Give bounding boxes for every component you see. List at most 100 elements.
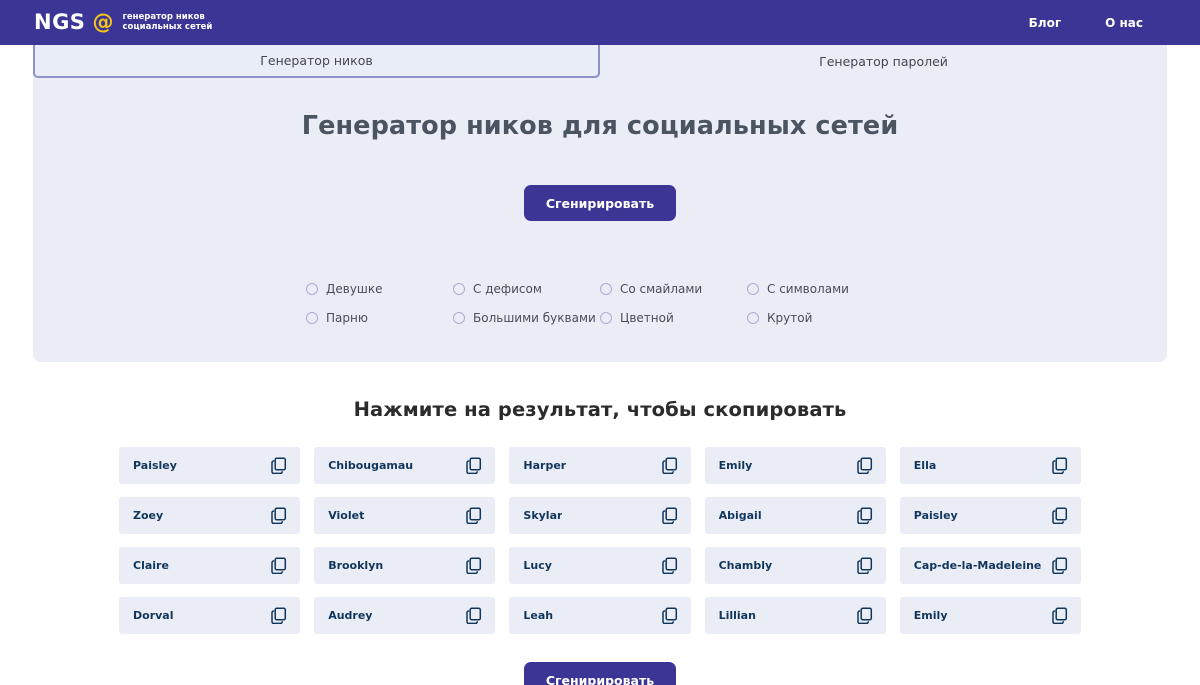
radio-icon[interactable] [453,282,465,295]
result-card[interactable]: Lillian [704,597,886,634]
copy-icon[interactable] [1052,457,1068,474]
result-name: Paisley [913,509,958,522]
result-name: Abigail [718,509,762,522]
copy-icon[interactable] [857,607,873,624]
option-bolshimi-bukvami[interactable]: Большими буквами [453,303,600,332]
brand-tagline-line2: социальных сетей [122,21,213,32]
copy-icon[interactable] [271,557,287,574]
option-label: С символами [767,281,849,296]
generate-button-row: Сгенирировать [33,185,1167,221]
result-name: Emily [913,609,948,622]
at-icon: @ [92,10,114,34]
result-name: Leah [523,609,554,622]
copy-icon[interactable] [661,507,678,524]
result-name: Violet [328,509,365,522]
tab-password-generator[interactable]: Генератор паролей [600,45,1167,78]
result-name: Claire [133,559,169,572]
result-card[interactable]: Cap-de-la-Madeleine [899,547,1081,584]
result-card[interactable]: Claire [119,547,301,584]
option-parnyu[interactable]: Парню [306,303,453,332]
result-name: Dorval [133,609,174,622]
option-label: Крутой [767,310,813,325]
option-krutoy[interactable]: Крутой [747,303,894,332]
copy-icon[interactable] [466,457,482,474]
option-label: Большими буквами [473,310,596,325]
result-name: Zoey [133,509,164,522]
result-card[interactable]: Leah [509,597,691,634]
copy-icon[interactable] [1052,507,1068,524]
result-name: Chibougamau [328,459,414,472]
copy-icon[interactable] [271,507,287,524]
nav-about[interactable]: О нас [1105,16,1143,30]
nav-blog[interactable]: Блог [1029,16,1061,30]
result-card[interactable]: Emily [704,447,886,484]
result-card[interactable]: Harper [509,447,691,484]
copy-icon[interactable] [857,507,873,524]
results-title: Нажмите на результат, чтобы скопировать [353,398,847,421]
option-label: Цветной [620,310,674,325]
result-name: Brooklyn [328,559,384,572]
copy-icon[interactable] [857,457,873,474]
result-card[interactable]: Ella [899,447,1081,484]
result-card[interactable]: Chibougamau [314,447,496,484]
result-name: Emily [718,459,753,472]
copy-icon[interactable] [271,607,287,624]
option-s-simvolami[interactable]: С символами [747,274,894,303]
generate-button-row-bottom: Сгенирировать [0,662,1200,685]
main-nav: Блог О нас [1029,16,1143,30]
radio-icon[interactable] [747,311,759,324]
option-devushke[interactable]: Девушке [306,274,453,303]
result-card[interactable]: Paisley [119,447,301,484]
copy-icon[interactable] [661,557,678,574]
radio-icon[interactable] [747,282,759,295]
copy-icon[interactable] [857,557,873,574]
radio-icon[interactable] [306,282,318,295]
result-card[interactable]: Chambly [704,547,886,584]
result-card[interactable]: Lucy [509,547,691,584]
result-name: Lillian [718,609,756,622]
result-name: Lucy [523,559,552,572]
option-so-smaylami[interactable]: Со смайлами [600,274,747,303]
result-name: Audrey [328,609,373,622]
result-name: Paisley [133,459,177,472]
option-tsvetnoy[interactable]: Цветной [600,303,747,332]
copy-icon[interactable] [1052,607,1068,624]
result-card[interactable]: Zoey [119,497,301,534]
tab-bar: Генератор ников Генератор паролей [33,45,1167,78]
result-name: Ella [913,459,937,472]
radio-icon[interactable] [453,311,465,324]
result-card[interactable]: Emily [899,597,1081,634]
copy-icon[interactable] [661,607,678,624]
option-label: Парню [326,310,368,325]
option-label: С дефисом [473,281,542,296]
copy-icon[interactable] [1052,557,1068,574]
generate-button-top[interactable]: Сгенирировать [523,185,677,221]
radio-icon[interactable] [306,311,318,324]
options-grid: Девушке С дефисом Со смайлами С символам… [33,274,1167,332]
brand-logo[interactable]: NGS @ генератор ников социальных сетей [34,12,212,33]
result-card[interactable]: Audrey [314,597,496,634]
result-name: Cap-de-la-Madeleine [913,559,1042,572]
result-name: Skylar [523,509,563,522]
radio-icon[interactable] [600,311,612,324]
brand-tagline: генератор ников социальных сетей [122,12,213,32]
copy-icon[interactable] [466,607,482,624]
result-card[interactable]: Brooklyn [314,547,496,584]
result-card[interactable]: Skylar [509,497,691,534]
result-card[interactable]: Violet [314,497,496,534]
result-card[interactable]: Paisley [899,497,1081,534]
generator-panel: Генератор ников для социальных сетей Сге… [33,78,1167,362]
generate-button-bottom[interactable]: Сгенирировать [523,662,677,685]
option-s-defisom[interactable]: С дефисом [453,274,600,303]
radio-icon[interactable] [600,282,612,295]
result-card[interactable]: Dorval [119,597,301,634]
tab-nickname-generator[interactable]: Генератор ников [33,45,600,78]
site-header: NGS @ генератор ников социальных сетей Б… [0,0,1200,45]
copy-icon[interactable] [466,507,482,524]
copy-icon[interactable] [661,457,678,474]
results-grid: Paisley Chibougamau Harper Emily Ella Zoey Vio… [119,447,1081,634]
copy-icon[interactable] [271,457,287,474]
result-card[interactable]: Abigail [704,497,886,534]
copy-icon[interactable] [466,557,482,574]
brand-name: NGS [34,10,86,34]
